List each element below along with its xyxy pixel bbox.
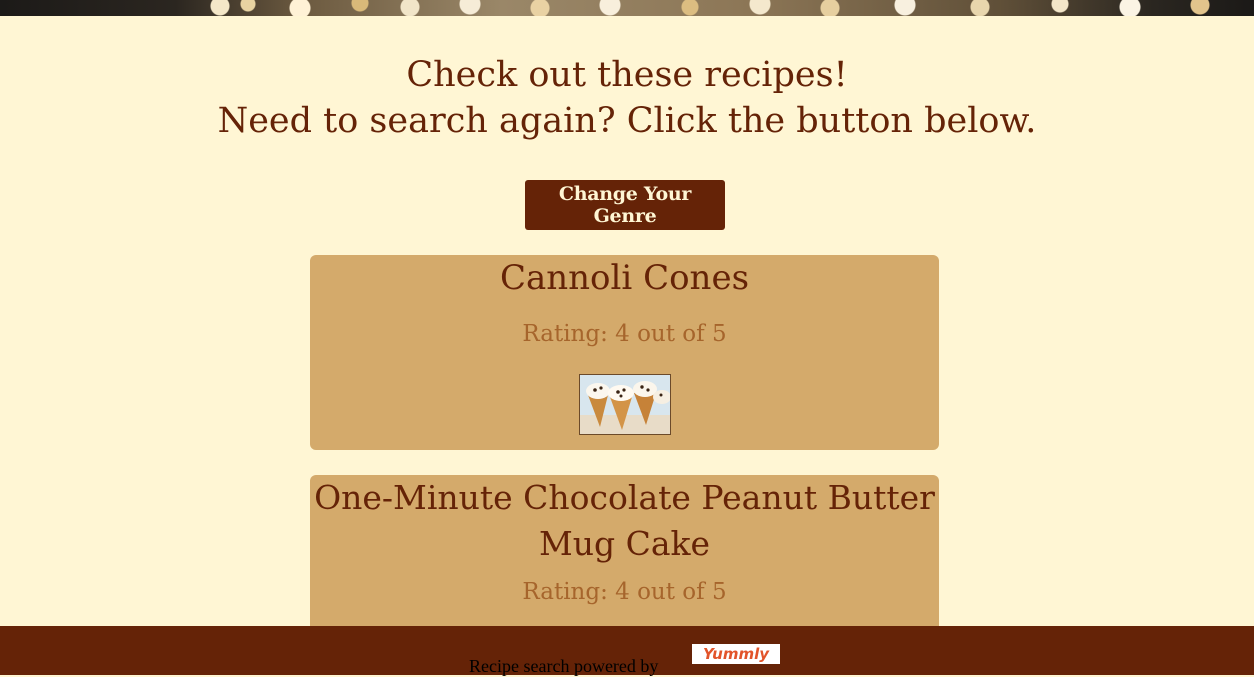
- footer-credit-text: Recipe search powered by: [469, 656, 659, 676]
- recipe-card: Cannoli Cones Rating: 4 out of 5: [310, 255, 939, 450]
- recipe-rating: Rating: 4 out of 5: [522, 321, 727, 347]
- recipe-card: One-Minute Chocolate Peanut Butter Mug C…: [310, 475, 939, 650]
- cannoli-photo-icon: [580, 375, 670, 434]
- header-banner-image: [0, 0, 1254, 16]
- recipe-rating: Rating: 4 out of 5: [522, 579, 727, 605]
- footer: Recipe search powered by Yummly: [0, 626, 1254, 676]
- page-heading: Check out these recipes! Need to search …: [0, 52, 1254, 144]
- recipe-image[interactable]: [579, 374, 671, 435]
- heading-line-2: Need to search again? Click the button b…: [217, 101, 1037, 141]
- recipe-title[interactable]: Cannoli Cones: [310, 255, 939, 301]
- change-genre-button[interactable]: Change Your Genre: [525, 180, 725, 230]
- recipe-title[interactable]: One-Minute Chocolate Peanut Butter Mug C…: [310, 475, 939, 567]
- yummly-logo[interactable]: Yummly: [692, 644, 780, 664]
- heading-line-1: Check out these recipes!: [406, 55, 848, 95]
